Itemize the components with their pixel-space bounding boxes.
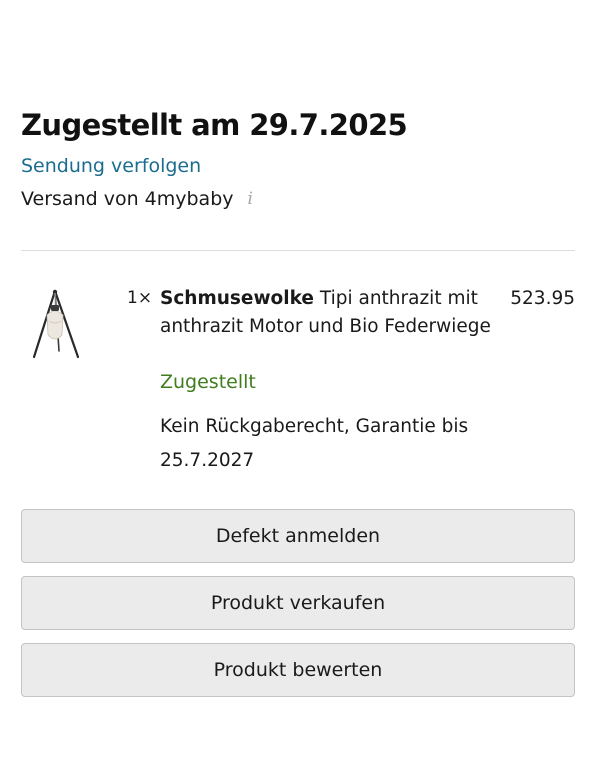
sell-product-button[interactable]: Produkt verkaufen <box>21 576 575 630</box>
product-brand: Schmusewolke <box>160 288 314 309</box>
shipped-by-text: Versand von 4mybaby <box>21 188 234 210</box>
item-price: 523.95 <box>510 288 575 309</box>
product-image[interactable] <box>26 285 90 361</box>
item-status: Zugestellt <box>160 371 256 393</box>
info-icon[interactable]: i <box>248 189 253 209</box>
section-divider <box>21 250 575 251</box>
shipped-by-row: Versand von 4mybaby i <box>21 188 253 210</box>
track-shipment-link[interactable]: Sendung verfolgen <box>21 155 201 177</box>
return-warranty-info: Kein Rückgaberecht, Garantie bis 25.7.20… <box>160 416 469 471</box>
rate-product-button[interactable]: Produkt bewerten <box>21 643 575 697</box>
tipi-swing-icon <box>32 289 80 359</box>
delivery-title: Zugestellt am 29.7.2025 <box>21 108 408 142</box>
item-quantity: 1× <box>127 288 153 308</box>
product-name-link[interactable]: Schmusewolke Tipi anthrazit mit anthrazi… <box>160 285 500 341</box>
report-defect-button[interactable]: Defekt anmelden <box>21 509 575 563</box>
